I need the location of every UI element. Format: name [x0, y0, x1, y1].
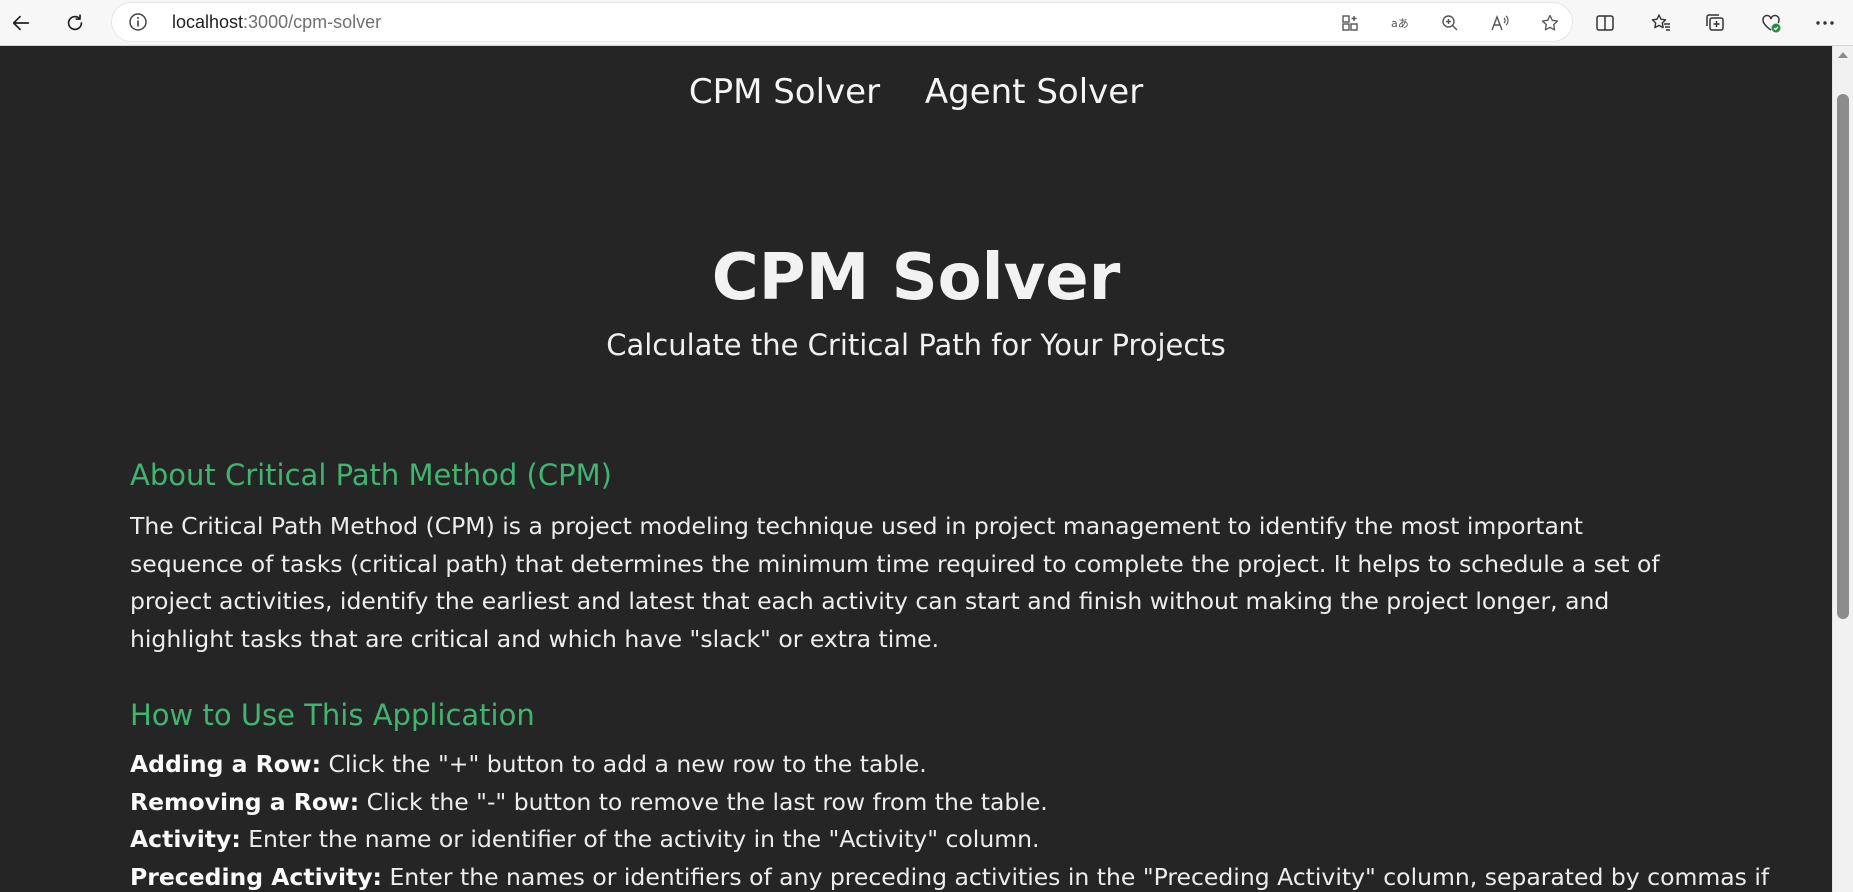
top-navigation: CPM Solver Agent Solver: [0, 72, 1832, 112]
about-paragraph: The Critical Path Method (CPM) is a proj…: [130, 512, 1660, 653]
howto-item-preceding-activity: Preceding Activity: Enter the names or i…: [130, 859, 1769, 892]
favorite-star-icon[interactable]: [1538, 11, 1562, 35]
back-icon[interactable]: [4, 6, 38, 40]
browser-toolbar: localhost:3000/cpm-solver aあ: [0, 0, 1853, 46]
main-content: About Critical Path Method (CPM) The Cri…: [130, 458, 1769, 892]
howto-desc: Enter the name or identifier of the acti…: [240, 825, 1040, 853]
page-subtitle: Calculate the Critical Path for Your Pro…: [606, 328, 1226, 362]
favorites-icon[interactable]: [1646, 8, 1676, 38]
browser-essentials-icon[interactable]: [1756, 8, 1786, 38]
page-content: CPM Solver Agent Solver CPM Solver Calcu…: [0, 46, 1832, 892]
svg-text:aあ: aあ: [1391, 17, 1409, 30]
read-aloud-icon[interactable]: [1488, 11, 1512, 35]
info-icon[interactable]: [128, 12, 148, 32]
split-screen-icon[interactable]: [1590, 8, 1620, 38]
nav-link-agent-solver[interactable]: Agent Solver: [925, 72, 1143, 112]
howto-heading: How to Use This Application: [130, 698, 535, 732]
app-available-icon[interactable]: [1338, 11, 1362, 35]
scroll-up-arrow-icon[interactable]: [1838, 52, 1848, 58]
vertical-scrollbar[interactable]: [1832, 46, 1853, 892]
howto-desc: Click the "+" button to add a new row to…: [321, 750, 927, 778]
about-heading: About Critical Path Method (CPM): [130, 458, 612, 492]
howto-list: Adding a Row: Click the "+" button to ad…: [130, 746, 1769, 892]
howto-item-adding-row: Adding a Row: Click the "+" button to ad…: [130, 746, 1700, 784]
more-icon[interactable]: [1810, 8, 1840, 38]
url-text[interactable]: localhost:3000/cpm-solver: [172, 12, 381, 33]
collections-icon[interactable]: [1700, 8, 1730, 38]
nav-link-cpm-solver[interactable]: CPM Solver: [689, 72, 880, 112]
scrollbar-thumb[interactable]: [1837, 94, 1849, 619]
refresh-icon[interactable]: [58, 6, 92, 40]
translate-icon[interactable]: aあ: [1388, 11, 1412, 35]
howto-desc: Enter the names or identifiers of any pr…: [381, 862, 1770, 891]
howto-desc: Click the "-" button to remove the last …: [359, 787, 1048, 816]
howto-term: Activity:: [130, 825, 241, 853]
howto-term: Preceding Activity:: [130, 862, 382, 891]
zoom-icon[interactable]: [1438, 11, 1462, 35]
page-title: CPM Solver: [711, 241, 1121, 315]
howto-term: Adding a Row:: [130, 750, 322, 778]
address-bar[interactable]: localhost:3000/cpm-solver aあ: [112, 3, 1572, 41]
howto-item-removing-row: Removing a Row: Click the "-" button to …: [130, 784, 1700, 822]
howto-item-activity: Activity: Enter the name or identifier o…: [130, 821, 1700, 859]
howto-term: Removing a Row:: [130, 787, 360, 816]
